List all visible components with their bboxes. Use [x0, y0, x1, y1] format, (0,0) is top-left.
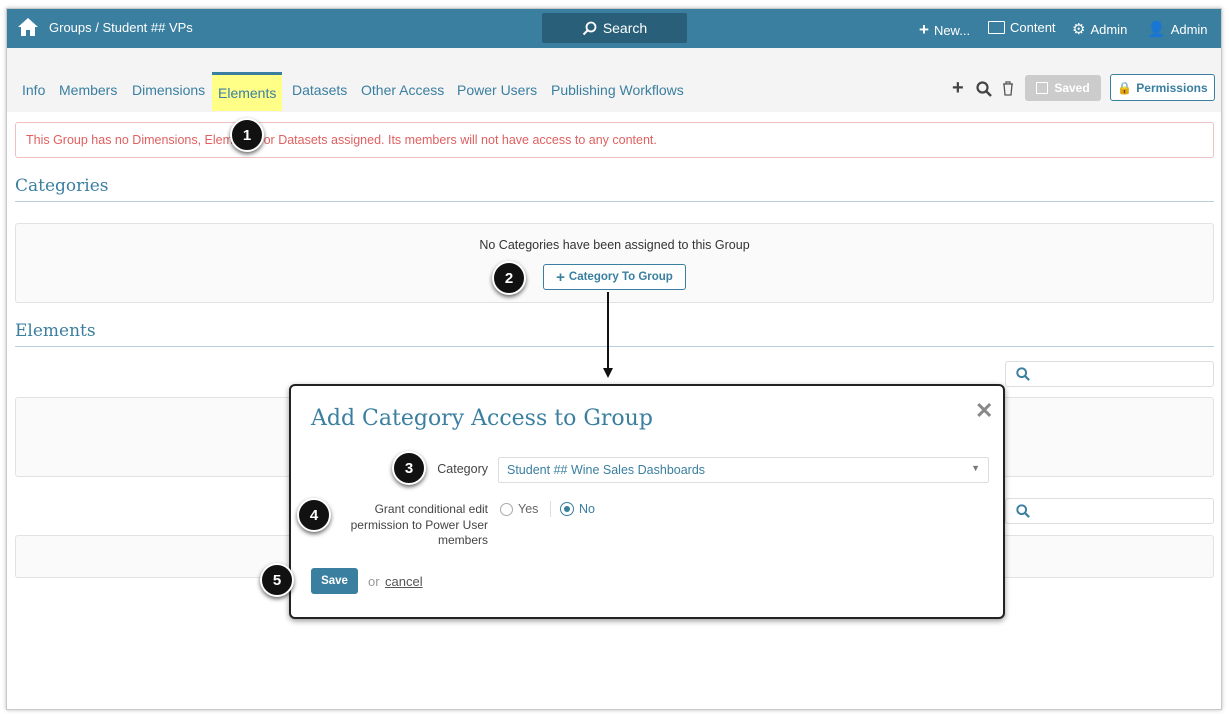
close-icon[interactable]: ✕: [975, 398, 993, 424]
categories-panel: No Categories have been assigned to this…: [15, 223, 1214, 303]
secondary-search-input[interactable]: [1005, 498, 1214, 524]
user-icon: 👤: [1147, 21, 1166, 38]
cancel-link[interactable]: cancel: [385, 574, 423, 589]
tab-bar: Info Members Dimensions Elements Dataset…: [7, 48, 1221, 112]
tab-info[interactable]: Info: [22, 82, 45, 98]
saved-button[interactable]: Saved: [1025, 75, 1101, 101]
plus-icon: +: [556, 268, 565, 286]
radio-circle: [500, 502, 513, 516]
add-category-label: Category To Group: [568, 271, 673, 283]
modal-title: Add Category Access to Group: [311, 406, 653, 431]
radio-yes[interactable]: Yes: [500, 502, 538, 516]
add-category-modal: Add Category Access to Group ✕ Category …: [289, 384, 1005, 619]
lock-icon: 🔒: [1117, 80, 1133, 95]
elements-search-input[interactable]: [1005, 361, 1214, 387]
search-button[interactable]: Search: [542, 13, 687, 43]
home-icon[interactable]: [17, 17, 39, 37]
content-button[interactable]: Content: [988, 20, 1056, 35]
categories-heading: Categories: [15, 176, 109, 196]
search-icon[interactable]: [976, 81, 992, 97]
radio-circle-selected: [560, 502, 574, 516]
plus-icon: +: [919, 20, 929, 39]
step-badge-2: 2: [492, 261, 526, 295]
breadcrumb[interactable]: Groups / Student ## VPs: [49, 20, 193, 35]
save-button[interactable]: Save: [311, 568, 358, 594]
divider: [550, 501, 551, 517]
user-menu[interactable]: 👤 Admin: [1147, 20, 1208, 38]
category-select[interactable]: Student ## Wine Sales Dashboards ▼: [498, 457, 989, 483]
search-icon: [1016, 367, 1030, 381]
grant-permission-label: Grant conditional edit permission to Pow…: [350, 502, 488, 547]
categories-empty-text: No Categories have been assigned to this…: [479, 238, 750, 252]
tab-dimensions[interactable]: Dimensions: [132, 82, 205, 98]
radio-no-label: No: [579, 502, 595, 516]
step-badge-4: 4: [297, 498, 331, 532]
category-select-value: Student ## Wine Sales Dashboards: [507, 463, 706, 477]
new-label: New...: [933, 22, 971, 38]
tab-other-access[interactable]: Other Access: [361, 82, 444, 98]
step-badge-3: 3: [392, 451, 426, 485]
saved-label: Saved: [1054, 81, 1090, 95]
new-button[interactable]: + New...: [919, 20, 970, 40]
arrow-annotation: [603, 292, 613, 378]
add-category-button[interactable]: + Category To Group: [543, 264, 686, 290]
permissions-button[interactable]: 🔒 Permissions: [1110, 74, 1215, 101]
step-badge-5: 5: [260, 563, 294, 597]
warning-alert: This Group has no Dimensions, Elements, …: [15, 122, 1214, 158]
tab-elements[interactable]: Elements: [212, 72, 283, 111]
admin-settings-button[interactable]: ⚙ Admin: [1072, 20, 1127, 38]
content-label: Content: [1010, 20, 1056, 35]
divider: [15, 201, 1214, 202]
trash-icon[interactable]: [1002, 81, 1014, 96]
save-disk-icon: [1036, 82, 1049, 94]
folder-icon: [988, 21, 1005, 34]
step-badge-1: 1: [230, 118, 264, 152]
tab-members[interactable]: Members: [59, 82, 117, 98]
tab-datasets[interactable]: Datasets: [292, 82, 347, 98]
chevron-down-icon: ▼: [971, 463, 980, 473]
radio-no[interactable]: No: [560, 502, 595, 516]
admin-settings-label: Admin: [1090, 21, 1128, 37]
permissions-label: Permissions: [1136, 80, 1208, 95]
search-label: Search: [602, 20, 648, 36]
tab-power-users[interactable]: Power Users: [457, 82, 537, 98]
search-icon: [1016, 504, 1030, 518]
top-navbar: Groups / Student ## VPs Search + New... C…: [7, 9, 1221, 48]
user-label: Admin: [1170, 21, 1208, 37]
tab-publishing-workflows[interactable]: Publishing Workflows: [551, 82, 684, 98]
elements-heading: Elements: [15, 321, 96, 341]
or-text: or: [368, 574, 380, 589]
search-icon: [582, 21, 597, 35]
gear-icon: ⚙: [1072, 21, 1086, 38]
add-icon[interactable]: +: [952, 77, 964, 100]
radio-yes-label: Yes: [518, 502, 539, 516]
